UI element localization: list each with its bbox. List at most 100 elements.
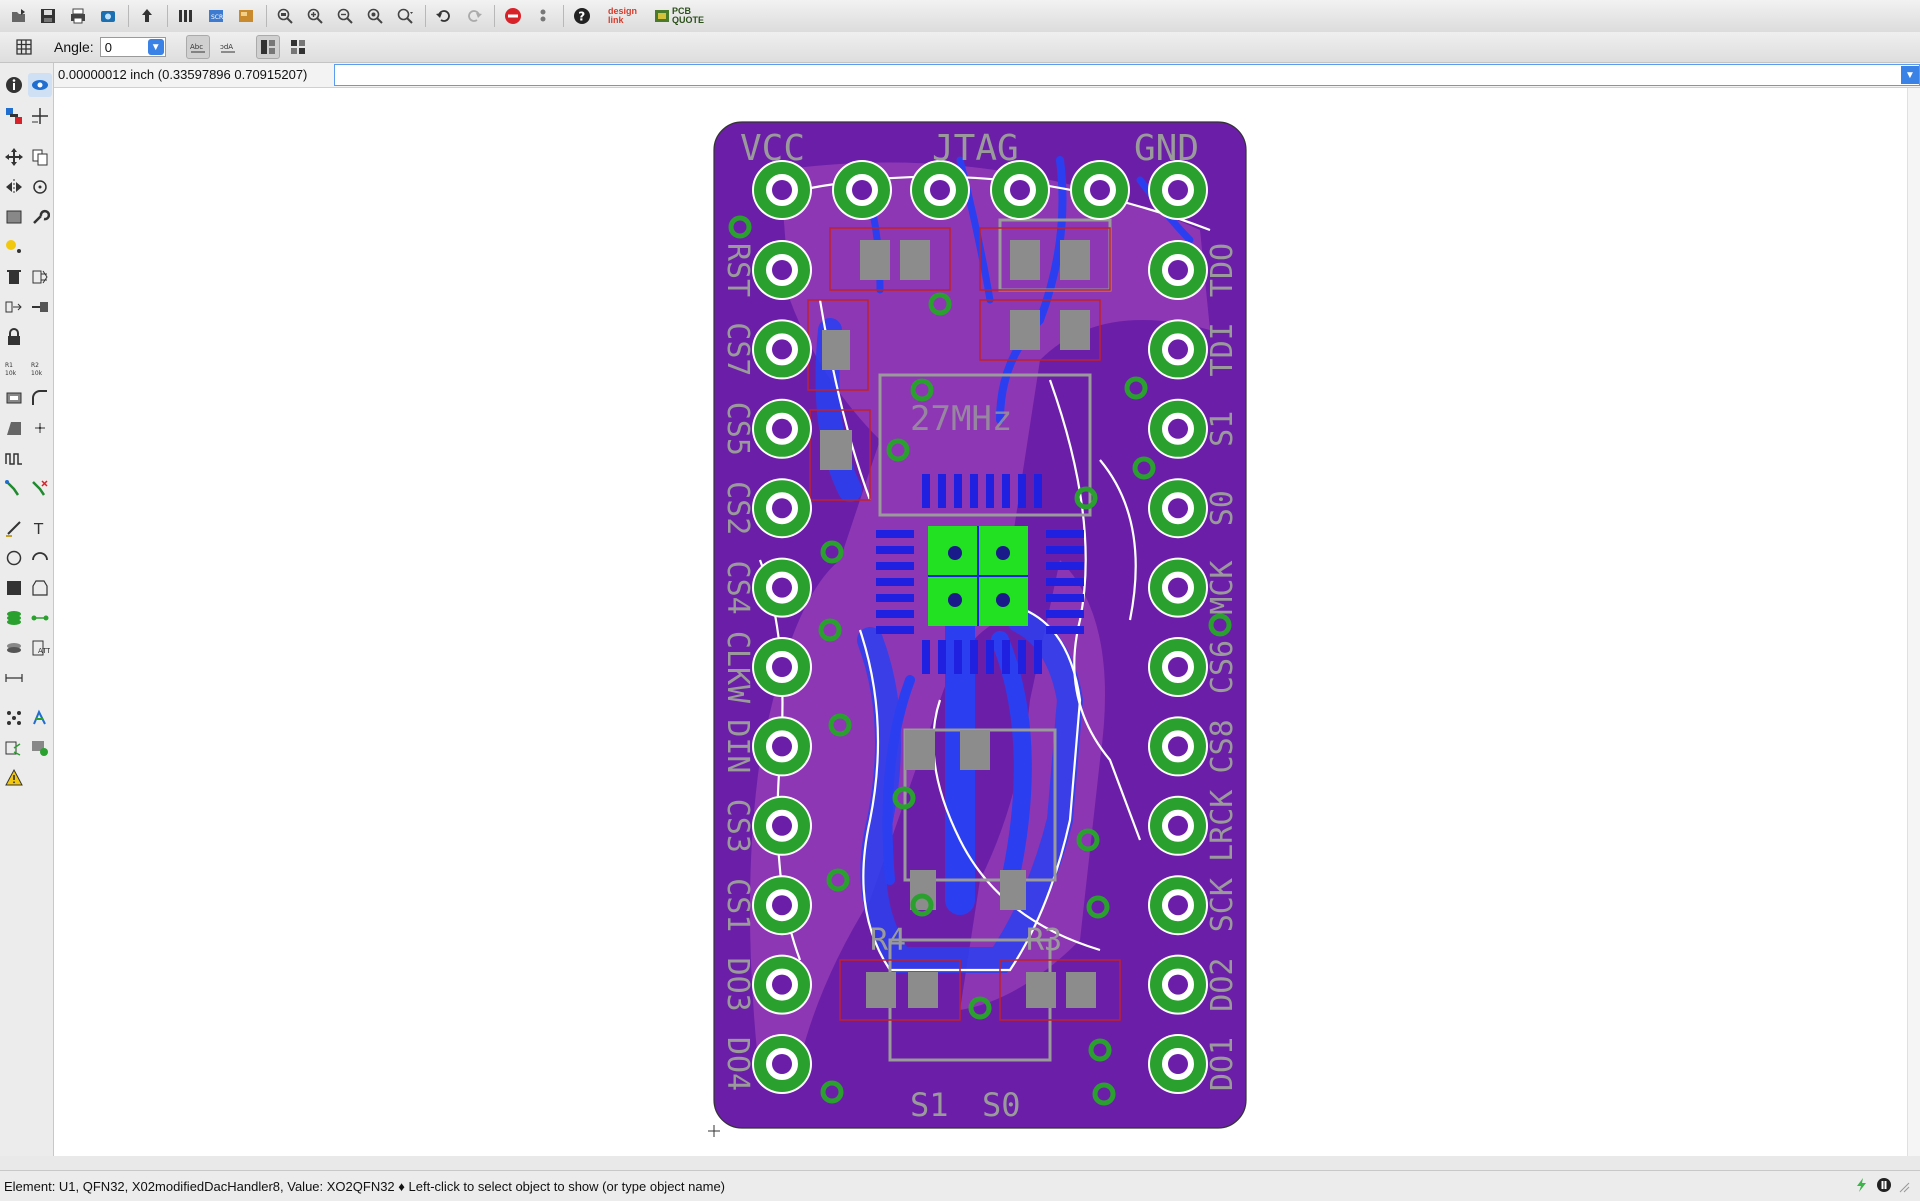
route-icon[interactable]: [2, 476, 26, 500]
print-icon[interactable]: [66, 4, 90, 28]
paste-icon[interactable]: [2, 235, 26, 259]
display-icon[interactable]: [2, 104, 26, 128]
origin-crosshair: [708, 1125, 720, 1137]
angle-value: 0: [104, 39, 112, 55]
redo-icon[interactable]: [462, 4, 486, 28]
svg-text:R2: R2: [31, 362, 39, 369]
split-point-icon[interactable]: [28, 416, 52, 440]
command-history-chevron-icon[interactable]: ▼: [1901, 66, 1919, 84]
align-grid-icon[interactable]: [286, 35, 310, 59]
arc-icon[interactable]: [28, 546, 52, 570]
header-pin-left-5: [752, 557, 812, 618]
header-pin-right-3: [1148, 398, 1208, 459]
rotate-icon[interactable]: [28, 175, 52, 199]
go-icon[interactable]: [531, 4, 555, 28]
erc-icon[interactable]: [28, 736, 52, 760]
polygon-icon[interactable]: [28, 576, 52, 600]
align-left-icon[interactable]: [255, 35, 280, 59]
optimize-icon[interactable]: [2, 416, 26, 440]
lightning-icon[interactable]: [1854, 1177, 1870, 1193]
lock-icon[interactable]: [2, 325, 26, 349]
designlink-text: design link: [608, 6, 638, 25]
header-pin-top-1: [752, 160, 812, 220]
pcbquote-logo[interactable]: PCB QUOTE: [654, 7, 704, 25]
save-icon[interactable]: [36, 4, 60, 28]
zoom-in-icon[interactable]: [303, 4, 327, 28]
text-mirror-icon[interactable]: ɔdA: [216, 35, 240, 59]
attribute-icon[interactable]: ATT: [28, 636, 52, 660]
script-icon[interactable]: SCR: [204, 4, 228, 28]
split-icon[interactable]: [2, 386, 26, 410]
zoom-redraw-icon[interactable]: [363, 4, 387, 28]
resize-grip-icon[interactable]: [1898, 1177, 1910, 1193]
text-icon[interactable]: T: [28, 516, 52, 540]
move-icon[interactable]: [2, 145, 26, 169]
wire-icon[interactable]: [2, 516, 26, 540]
header-pin-left-2: [752, 319, 812, 380]
header-pin-left-10: [752, 954, 812, 1015]
text-upright-icon[interactable]: Abc: [185, 35, 210, 59]
board-label-right-11: DO1: [1205, 1037, 1240, 1091]
header-pin-right-2: [1148, 319, 1208, 380]
autorouter-icon[interactable]: [28, 706, 52, 730]
delete-icon[interactable]: [2, 265, 26, 289]
grid-icon[interactable]: [12, 35, 36, 59]
smash-icon[interactable]: R1 10k: [2, 356, 26, 380]
drc-icon[interactable]: [2, 736, 26, 760]
rect-icon[interactable]: [2, 576, 26, 600]
status-bar: Element: U1, QFN32, X02modifiedDacHandle…: [0, 1170, 1920, 1201]
dimension-icon[interactable]: [2, 666, 26, 690]
layers-icon[interactable]: [174, 4, 198, 28]
command-line-input[interactable]: ▼: [334, 64, 1920, 86]
pinswap-icon[interactable]: [28, 295, 52, 319]
chevron-down-icon[interactable]: ▼: [147, 39, 164, 55]
info-icon[interactable]: [2, 73, 26, 97]
group-icon[interactable]: [2, 205, 26, 229]
pcb-layout[interactable]: VCC JTAG GND S1 S0 27MHz R4 R3 RST CS7 CS5…: [54, 88, 1908, 1156]
help-icon[interactable]: ?: [570, 4, 594, 28]
board-label-27mhz: 27MHz: [910, 399, 1012, 439]
stop-command-icon[interactable]: [1876, 1177, 1892, 1193]
svg-text:T: T: [33, 520, 44, 538]
board-label-right-9: SCK: [1205, 878, 1240, 932]
value-icon[interactable]: R2 10k: [28, 356, 52, 380]
svg-text:R1: R1: [5, 362, 13, 369]
errors-icon[interactable]: [2, 766, 26, 790]
designlink-logo[interactable]: design link: [608, 7, 648, 25]
copy-icon[interactable]: [28, 145, 52, 169]
header-pin-right-5: [1148, 557, 1208, 618]
stop-icon[interactable]: [501, 4, 525, 28]
coordinate-readout: 0.00000012 inch (0.33597896 0.70915207): [58, 67, 308, 82]
meander-icon[interactable]: [2, 446, 26, 470]
import-icon[interactable]: [135, 4, 159, 28]
replace-icon[interactable]: [2, 295, 26, 319]
left-command-toolbar: R1 10k R2 10k T ATT: [0, 63, 54, 1156]
zoom-out-icon[interactable]: [333, 4, 357, 28]
show-icon[interactable]: [28, 73, 52, 97]
add-icon[interactable]: [28, 265, 52, 289]
mark-icon[interactable]: [28, 104, 52, 128]
miter-icon[interactable]: [28, 386, 52, 410]
via-icon[interactable]: [2, 606, 26, 630]
angle-select[interactable]: 0 ▼: [99, 37, 166, 57]
ratsnest-icon[interactable]: [2, 706, 26, 730]
board-label-left-11: DO4: [720, 1037, 755, 1091]
cam-icon[interactable]: [96, 4, 120, 28]
header-pin-left-9: [752, 875, 812, 936]
circle-icon[interactable]: [2, 546, 26, 570]
svg-text:ɔdA: ɔdA: [220, 43, 233, 51]
zoom-fit-icon[interactable]: [273, 4, 297, 28]
signal-icon[interactable]: [28, 606, 52, 630]
ripup-icon[interactable]: [28, 476, 52, 500]
ulp-icon[interactable]: [234, 4, 258, 28]
mirror-icon[interactable]: [2, 175, 26, 199]
open-icon[interactable]: [6, 4, 30, 28]
svg-text:?: ?: [578, 10, 585, 24]
board-label-s0-bottom: S0: [982, 1086, 1021, 1124]
hole-icon[interactable]: [2, 636, 26, 660]
board-canvas[interactable]: VCC JTAG GND S1 S0 27MHz R4 R3 RST CS7 CS5…: [54, 88, 1920, 1156]
vertical-scrollbar[interactable]: [1907, 88, 1920, 1156]
undo-icon[interactable]: [432, 4, 456, 28]
change-icon[interactable]: [28, 205, 52, 229]
zoom-area-icon[interactable]: [393, 4, 417, 28]
